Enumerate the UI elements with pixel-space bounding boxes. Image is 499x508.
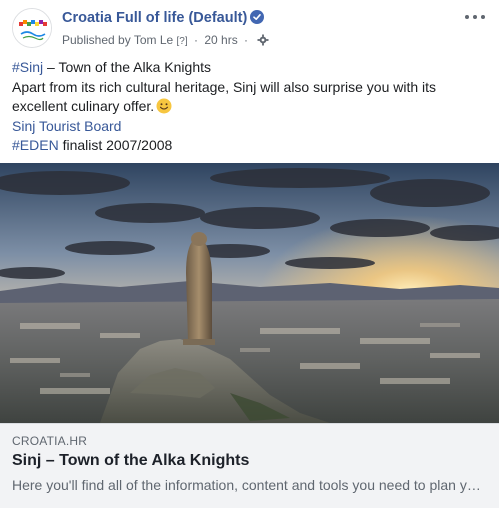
croatia-logo-icon	[13, 9, 51, 47]
page-avatar[interactable]	[12, 8, 52, 48]
link-preview-card[interactable]: CROATIA.HR Sinj – Town of the Alka Knigh…	[0, 423, 499, 508]
eden-text: finalist 2007/2008	[58, 137, 173, 153]
help-marker[interactable]: [?]	[177, 36, 188, 47]
hashtag-eden-link[interactable]: #EDEN	[12, 137, 59, 153]
post-line-3: excellent culinary offer.	[12, 97, 488, 117]
page-name[interactable]: Croatia Full of life (Default)	[62, 10, 247, 26]
verified-badge-icon	[250, 10, 265, 24]
preview-title[interactable]: Sinj – Town of the Alka Knights	[12, 452, 249, 470]
meta-separator-2: ·	[244, 33, 249, 47]
preview-domain: CROATIA.HR	[12, 434, 88, 448]
post-message: #Sinj – Town of the Alka Knights Apart f…	[12, 58, 488, 156]
post-line-5: #EDEN finalist 2007/2008	[12, 136, 488, 156]
smiley-emoji-icon	[156, 98, 172, 114]
line3-text: excellent culinary offer.	[12, 98, 155, 114]
facebook-post: Croatia Full of life (Default) Published…	[0, 0, 499, 508]
page-name-link[interactable]: Croatia Full of life (Default)	[62, 10, 265, 26]
gear-icon[interactable]	[257, 34, 269, 49]
more-options-icon[interactable]	[463, 10, 487, 24]
hashtag-sinj-link[interactable]: #Sinj	[12, 59, 43, 75]
post-line-2: Apart from its rich cultural heritage, S…	[12, 78, 437, 95]
meta-separator: ·	[194, 33, 198, 47]
link-preview-image[interactable]	[0, 163, 499, 423]
published-by[interactable]: Published by Tom Le	[62, 33, 173, 47]
preview-description: Here you'll find all of the information,…	[12, 477, 482, 493]
headline-text: – Town of the Alka Knights	[43, 59, 211, 75]
post-line-4: Sinj Tourist Board	[12, 117, 488, 137]
tourist-board-link[interactable]: Sinj Tourist Board	[12, 118, 121, 134]
post-meta: Published by Tom Le [?] · 20 hrs ·	[62, 33, 269, 49]
post-time[interactable]: 20 hrs	[204, 33, 237, 47]
sinj-landscape-image	[0, 163, 499, 423]
post-line-1: #Sinj – Town of the Alka Knights	[12, 58, 488, 78]
